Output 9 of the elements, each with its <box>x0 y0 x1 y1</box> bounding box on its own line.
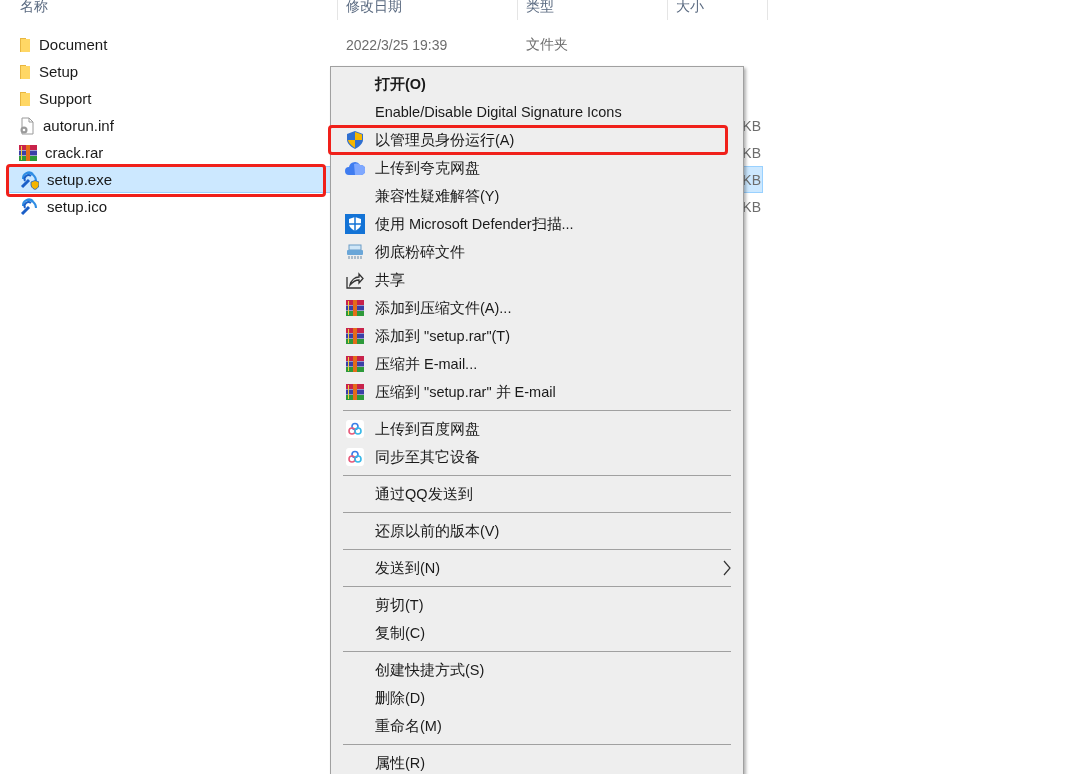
file-name: Support <box>39 90 92 107</box>
file-type: 文件夹 <box>526 35 568 52</box>
modified-date: 2022/3/25 19:39 <box>346 36 448 53</box>
file-name: Setup <box>39 63 79 80</box>
file-name: autorun.inf <box>43 117 114 134</box>
file-name: setup.ico <box>47 198 108 215</box>
file-name: crack.rar <box>45 144 104 161</box>
file-name: setup.exe <box>47 171 113 188</box>
file-name: Document <box>39 36 108 53</box>
